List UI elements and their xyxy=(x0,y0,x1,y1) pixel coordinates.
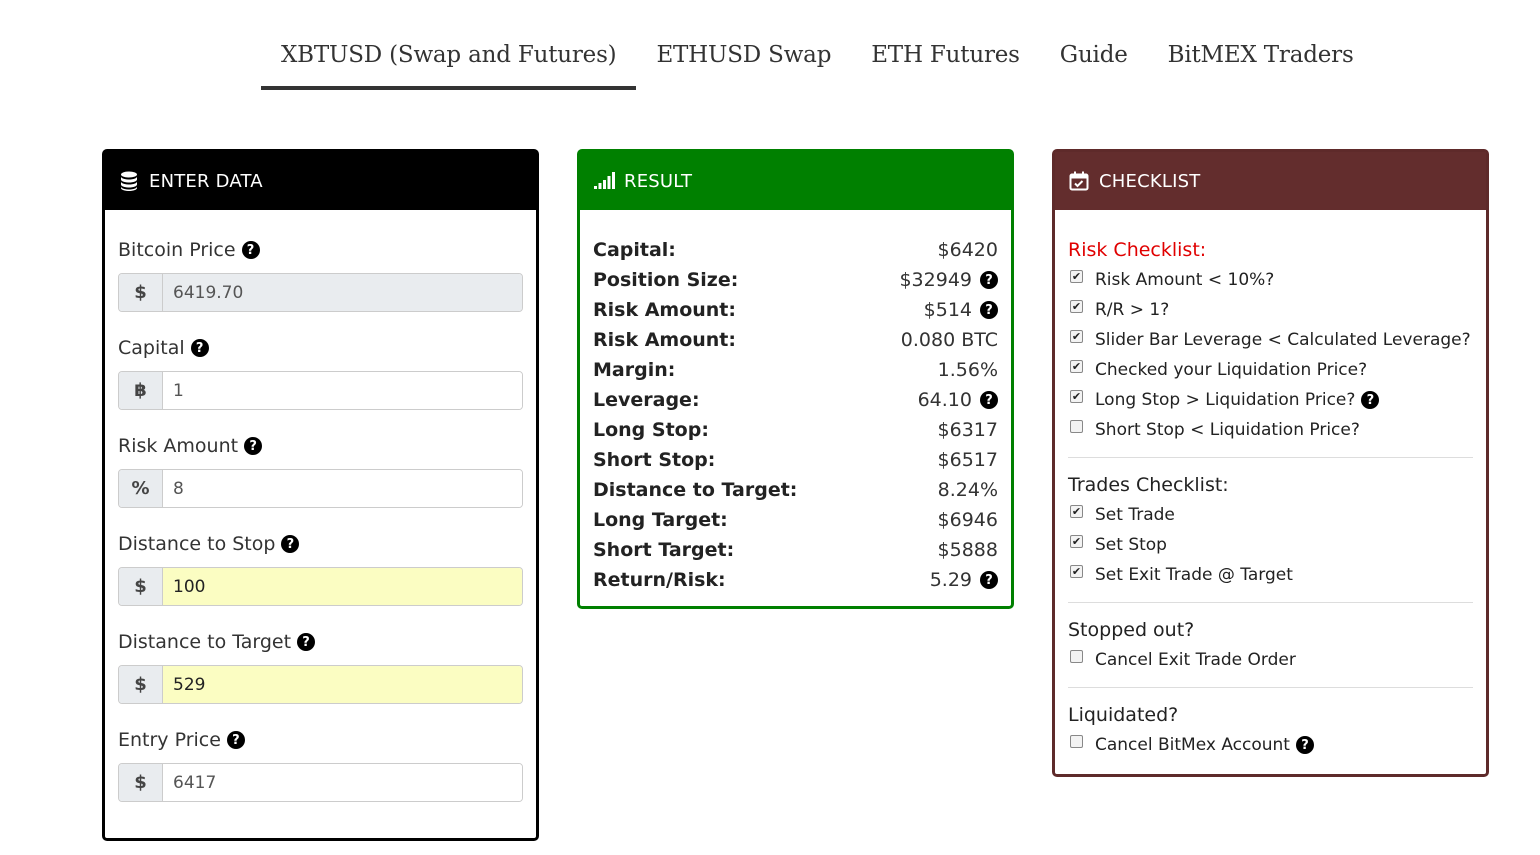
enter-data-title: ENTER DATA xyxy=(149,170,263,192)
help-icon[interactable]: ? xyxy=(1295,736,1314,754)
liquidated-title: Liquidated? xyxy=(1068,704,1179,726)
checklist-item: Cancel BitMex Account? xyxy=(1068,730,1473,760)
dollar-addon: $ xyxy=(119,666,163,703)
bitcoin-price-label: Bitcoin Price? xyxy=(118,236,523,264)
stopped-out-title: Stopped out? xyxy=(1068,619,1195,641)
distance-to-stop-label: Distance to Stop? xyxy=(118,530,523,558)
tab-bitmex-traders[interactable]: BitMEX Traders xyxy=(1148,36,1374,90)
result-row-distance-to-target: Distance to Target: 8.24% xyxy=(593,479,998,501)
distance-to-stop-input[interactable] xyxy=(163,568,522,605)
distance-to-target-label: Distance to Target? xyxy=(118,628,523,656)
divider xyxy=(1068,457,1473,458)
enter-data-panel: ENTER DATA Bitcoin Price? $ Capital? ฿ R… xyxy=(102,149,539,841)
tab-ethusd-swap[interactable]: ETHUSD Swap xyxy=(636,36,851,90)
result-row-long-stop: Long Stop: $6317 xyxy=(593,419,998,441)
checklist-item: R/R > 1? xyxy=(1068,295,1473,325)
checkbox[interactable] xyxy=(1070,299,1083,313)
checklist-header: CHECKLIST xyxy=(1055,152,1486,210)
result-header: RESULT xyxy=(580,152,1011,210)
bitcoin-price-input[interactable] xyxy=(163,274,522,311)
checklist-item: Set Trade xyxy=(1068,500,1473,530)
checkbox[interactable] xyxy=(1070,269,1083,283)
entry-price-input[interactable] xyxy=(163,764,522,801)
help-icon[interactable]: ? xyxy=(297,633,316,651)
capital-label: Capital? xyxy=(118,334,523,362)
checkbox[interactable] xyxy=(1070,649,1083,663)
trades-checklist-title: Trades Checklist: xyxy=(1068,474,1229,496)
result-row-risk-amount-usd: Risk Amount: $514? xyxy=(593,295,998,325)
result-row-short-stop: Short Stop: $6517 xyxy=(593,449,998,471)
capital-input[interactable] xyxy=(163,372,522,409)
capital-group: ฿ xyxy=(118,371,523,410)
result-title: RESULT xyxy=(624,170,693,192)
checkbox[interactable] xyxy=(1070,534,1083,548)
help-icon[interactable]: ? xyxy=(190,339,209,357)
checklist-item: Risk Amount < 10%? xyxy=(1068,265,1473,295)
checkbox[interactable] xyxy=(1070,734,1083,748)
checkbox[interactable] xyxy=(1070,504,1083,518)
signal-bars-icon xyxy=(593,170,615,192)
divider xyxy=(1068,602,1473,603)
checkbox[interactable] xyxy=(1070,389,1083,403)
dollar-addon: $ xyxy=(119,764,163,801)
help-icon[interactable]: ? xyxy=(226,731,245,749)
result-row-return-risk: Return/Risk: 5.29? xyxy=(593,565,998,595)
enter-data-header: ENTER DATA xyxy=(105,152,536,210)
distance-to-target-group: $ xyxy=(118,665,523,704)
checklist-item: Slider Bar Leverage < Calculated Leverag… xyxy=(1068,325,1473,355)
result-row-short-target: Short Target: $5888 xyxy=(593,539,998,561)
divider xyxy=(1068,687,1473,688)
result-row-position-size: Position Size: $32949? xyxy=(593,265,998,295)
tab-guide[interactable]: Guide xyxy=(1040,36,1148,90)
checklist-item: Short Stop < Liquidation Price? xyxy=(1068,415,1473,445)
checklist-panel: CHECKLIST Risk Checklist: Risk Amount < … xyxy=(1052,149,1489,777)
distance-to-stop-group: $ xyxy=(118,567,523,606)
checklist-item: Cancel Exit Trade Order xyxy=(1068,645,1473,675)
help-icon[interactable]: ? xyxy=(980,391,998,409)
percent-addon: % xyxy=(119,470,163,507)
checklist-item: Checked your Liquidation Price? xyxy=(1068,355,1473,385)
checklist-item: Long Stop > Liquidation Price?? xyxy=(1068,385,1473,415)
result-panel: RESULT Capital: $6420 Position Size: $32… xyxy=(577,149,1014,609)
checkbox[interactable] xyxy=(1070,419,1083,433)
help-icon[interactable]: ? xyxy=(980,301,998,319)
checklist-item: Set Exit Trade @ Target xyxy=(1068,560,1473,590)
help-icon[interactable]: ? xyxy=(980,571,998,589)
help-icon[interactable]: ? xyxy=(980,271,998,289)
risk-amount-group: % xyxy=(118,469,523,508)
tab-eth-futures[interactable]: ETH Futures xyxy=(851,36,1040,90)
database-icon xyxy=(118,170,140,192)
result-row-capital: Capital: $6420 xyxy=(593,239,998,261)
tab-xbtusd[interactable]: XBTUSD (Swap and Futures) xyxy=(261,36,637,90)
help-icon[interactable]: ? xyxy=(1361,391,1380,409)
risk-amount-label: Risk Amount? xyxy=(118,432,523,460)
entry-price-label: Entry Price? xyxy=(118,726,523,754)
result-row-leverage: Leverage: 64.10? xyxy=(593,385,998,415)
main-tabs: XBTUSD (Swap and Futures) ETHUSD Swap ET… xyxy=(261,36,1374,90)
bitcoin-addon: ฿ xyxy=(119,372,163,409)
result-row-margin: Margin: 1.56% xyxy=(593,359,998,381)
result-row-risk-amount-btc: Risk Amount: 0.080 BTC xyxy=(593,329,998,351)
result-row-long-target: Long Target: $6946 xyxy=(593,509,998,531)
checkbox[interactable] xyxy=(1070,564,1083,578)
distance-to-target-input[interactable] xyxy=(163,666,522,703)
checkbox[interactable] xyxy=(1070,329,1083,343)
help-icon[interactable]: ? xyxy=(281,535,300,553)
bitcoin-price-group: $ xyxy=(118,273,523,312)
checklist-item: Set Stop xyxy=(1068,530,1473,560)
dollar-addon: $ xyxy=(119,274,163,311)
risk-amount-input[interactable] xyxy=(163,470,522,507)
dollar-addon: $ xyxy=(119,568,163,605)
entry-price-group: $ xyxy=(118,763,523,802)
calendar-check-icon xyxy=(1068,170,1090,192)
help-icon[interactable]: ? xyxy=(241,241,260,259)
help-icon[interactable]: ? xyxy=(244,437,263,455)
checklist-title: CHECKLIST xyxy=(1099,170,1201,192)
risk-checklist-title: Risk Checklist: xyxy=(1068,239,1207,261)
checkbox[interactable] xyxy=(1070,359,1083,373)
